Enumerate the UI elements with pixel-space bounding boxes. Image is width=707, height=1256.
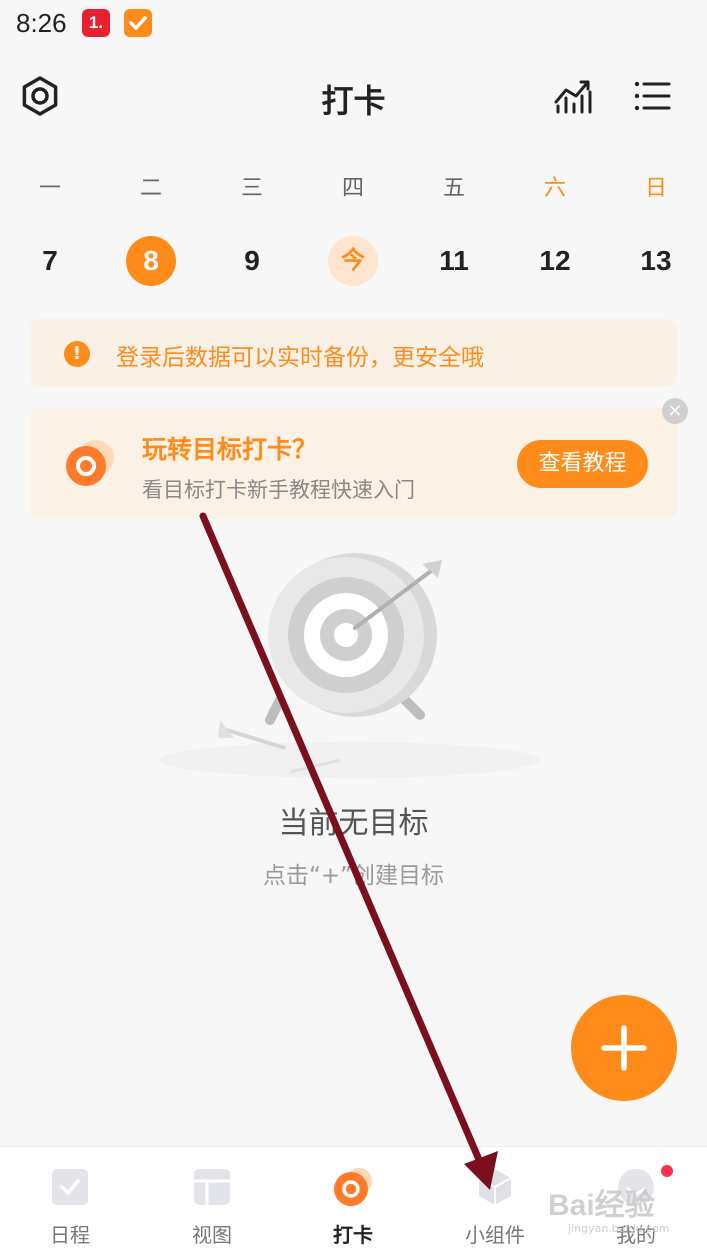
list-menu-icon[interactable] [627,72,675,120]
target-checkin-icon [64,436,116,488]
week-dates: 7 8 9 今 11 12 13 [0,236,707,286]
login-backup-banner[interactable]: ! 登录后数据可以实时备份，更安全哦 [30,319,677,387]
login-banner-text: 登录后数据可以实时备份，更安全哦 [116,345,484,371]
watermark-url: jingyan.baidu.com [568,1222,670,1235]
weekday-sat: 六 [543,176,566,201]
tab-label: 打卡 [333,1223,373,1247]
warning-icon: ! [64,341,90,367]
tab-label: 视图 [192,1223,232,1247]
tab-label: 日程 [50,1223,90,1247]
page-title: 打卡 [321,82,386,120]
watermark: Bai经验 jingyan.baidu.com [538,1168,698,1248]
weekday-tue: 二 [139,176,162,201]
weekday-header: 一 二 三 四 五 六 日 [0,170,707,201]
date-cell-selected[interactable]: 8 [126,236,176,286]
statistics-icon[interactable] [548,72,596,120]
add-goal-button[interactable] [571,995,677,1101]
weekday-sun: 日 [644,176,667,201]
date-cell[interactable]: 13 [631,236,681,286]
tutorial-title: 玩转目标打卡？ [142,435,318,464]
date-cell[interactable]: 12 [530,236,580,286]
watermark-text: Bai经验 [548,1189,655,1222]
date-cell[interactable]: 11 [429,236,479,286]
cube-icon [475,1167,515,1207]
tab-checkin[interactable]: 打卡 [293,1147,413,1256]
view-tutorial-button[interactable]: 查看教程 [517,440,648,488]
status-time: 8:26 [16,8,67,38]
tab-view[interactable]: 视图 [152,1147,272,1256]
tutorial-subtitle: 看目标打卡新手教程快速入门 [142,478,415,502]
close-icon[interactable]: × [662,398,688,424]
weekday-mon: 一 [38,176,61,201]
date-cell[interactable]: 9 [227,236,277,286]
empty-state-title: 当前无目标 [278,806,429,841]
app-notification-icon: 1. [82,9,110,37]
tutorial-card: 玩转目标打卡？ 看目标打卡新手教程快速入门 查看教程 [30,408,677,519]
status-bar: 8:26 1. [0,0,707,50]
weekday-thu: 四 [341,176,364,201]
weekday-wed: 三 [240,176,263,201]
date-cell[interactable]: 7 [25,236,75,286]
tab-label: 小组件 [465,1223,525,1247]
tab-widgets[interactable]: 小组件 [435,1147,555,1256]
target-icon [333,1167,373,1207]
empty-state-hint: 点击“+”创建目标 [262,863,445,889]
checkmark-app-icon [124,9,152,37]
plus-icon [601,1025,647,1071]
target-illustration [150,550,550,790]
layout-icon [192,1167,232,1207]
date-cell-today[interactable]: 今 [328,236,378,286]
tab-schedule[interactable]: 日程 [10,1147,130,1256]
weekday-fri: 五 [442,176,465,201]
checkbox-icon [50,1167,90,1207]
